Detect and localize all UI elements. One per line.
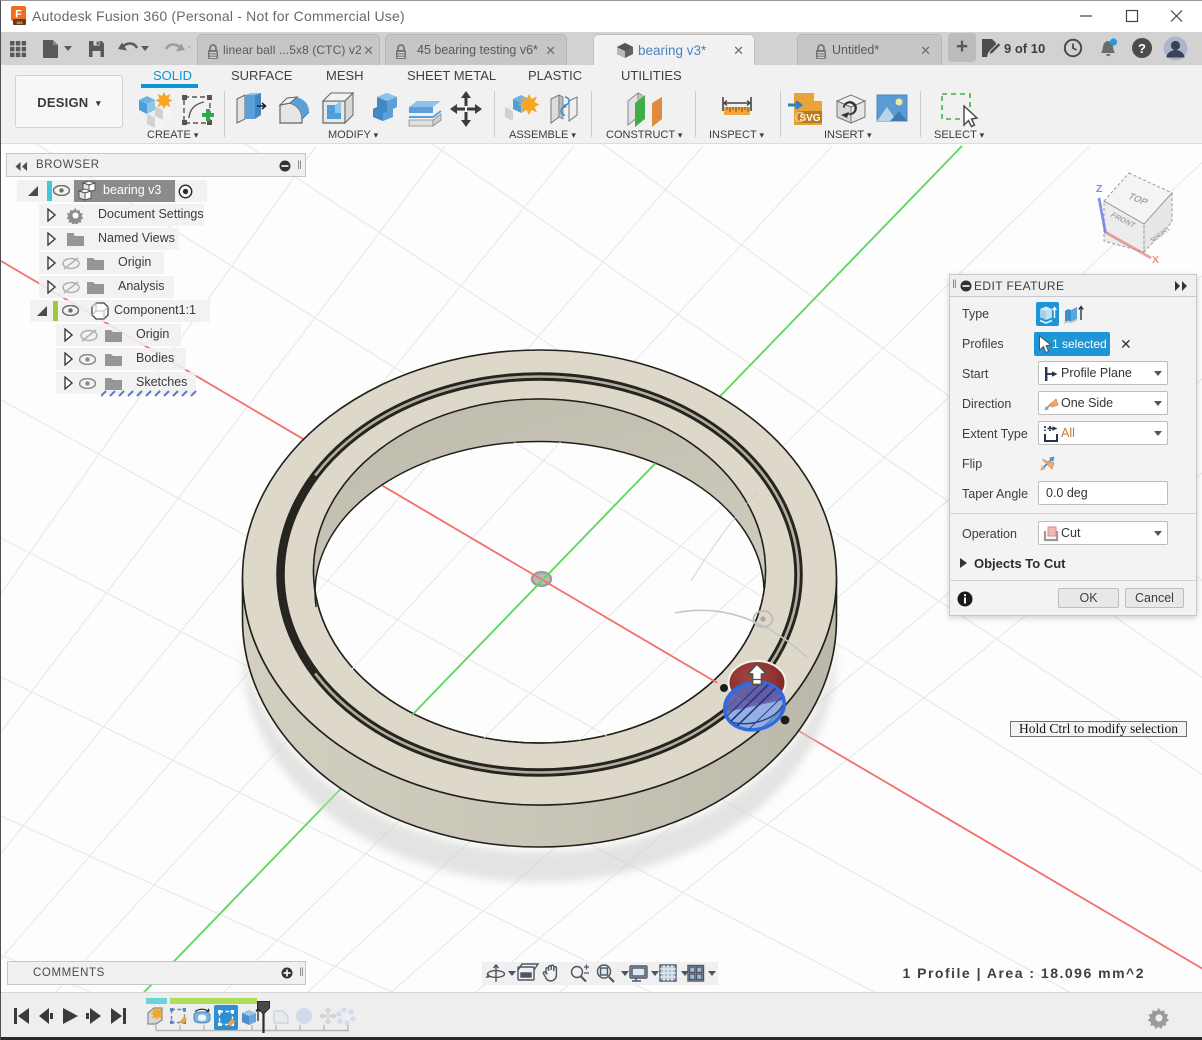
svg-text:Z: Z	[1096, 183, 1103, 195]
svg-text:F: F	[15, 9, 22, 21]
svg-text:?: ?	[1138, 41, 1146, 56]
svg-text:X: X	[1152, 254, 1159, 266]
svg-text:360: 360	[17, 21, 23, 25]
svg-text:SVG: SVG	[799, 113, 820, 124]
